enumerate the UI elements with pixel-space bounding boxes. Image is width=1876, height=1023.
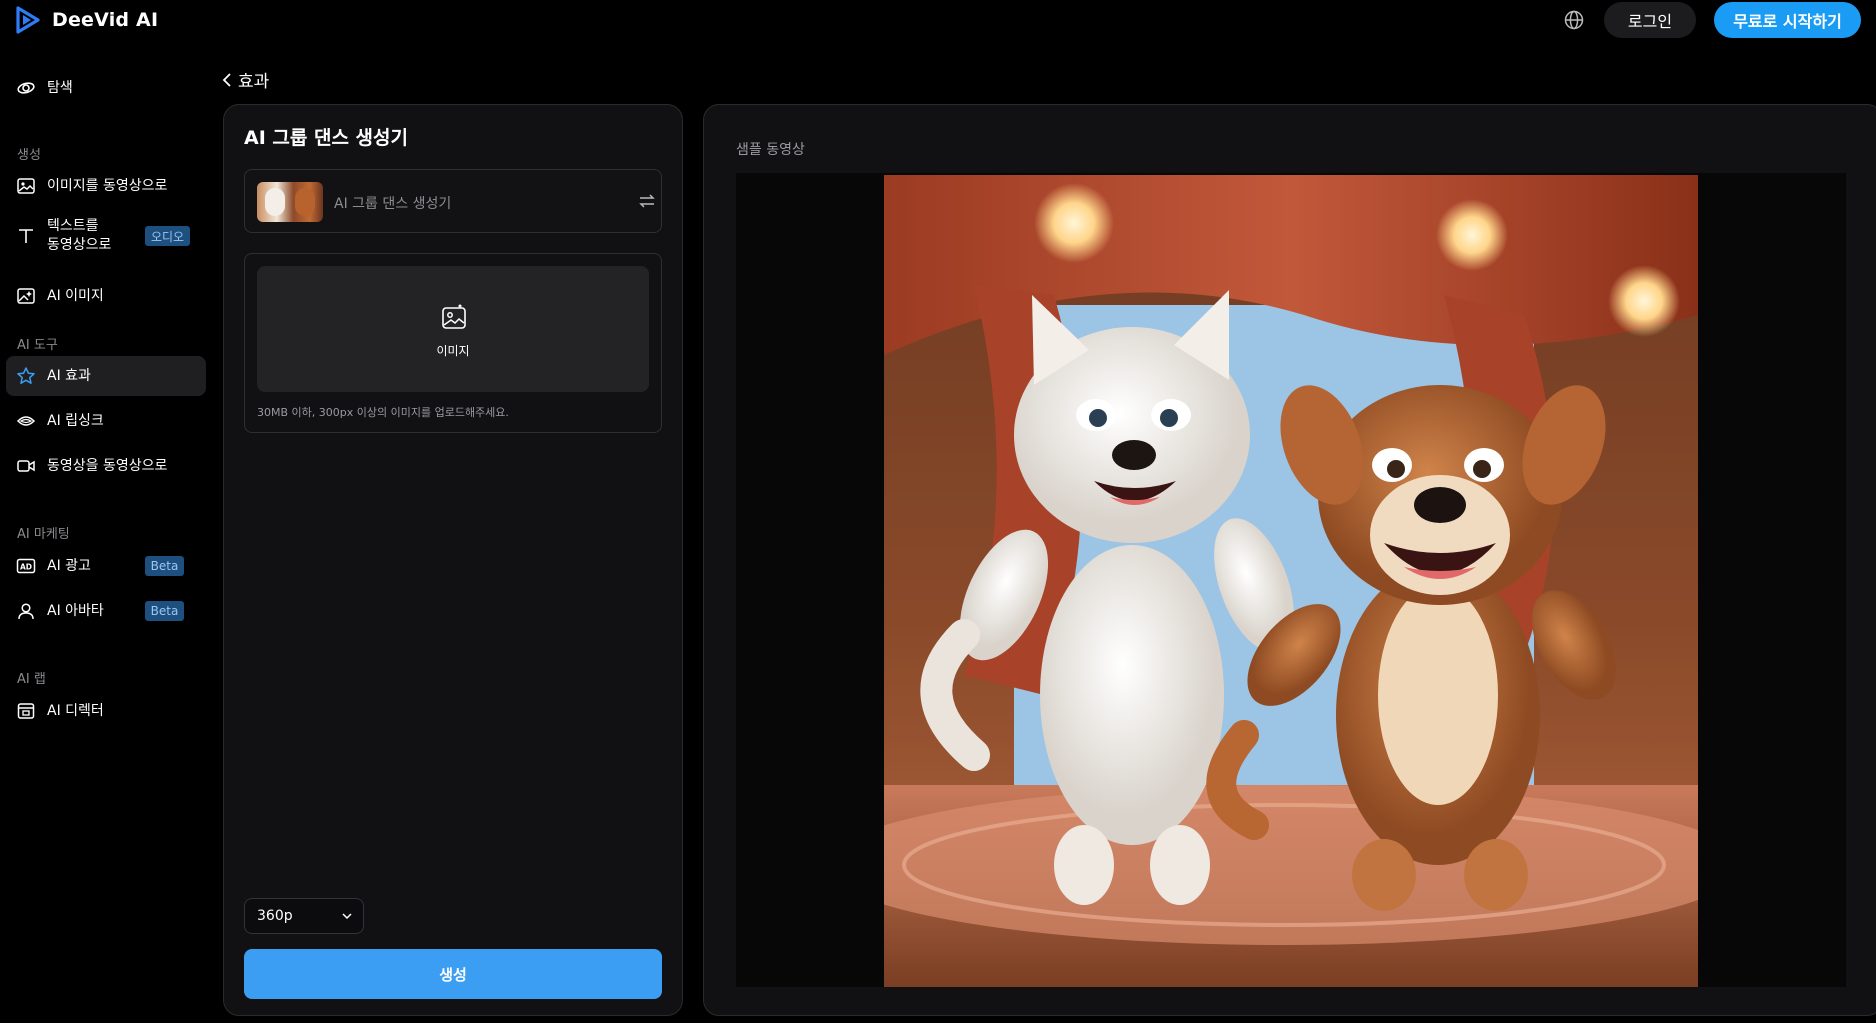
sidebar-item-label: AI 아바타	[47, 602, 104, 619]
sidebar-item-ai-image[interactable]: AI 이미지	[6, 276, 206, 316]
beta-badge: Beta	[145, 556, 184, 576]
generate-button[interactable]: 생성	[244, 949, 662, 999]
sample-video-frame	[884, 175, 1698, 987]
sidebar-item-label: 텍스트를 동영상으로	[47, 218, 112, 253]
resolution-select[interactable]: 360p	[244, 898, 364, 934]
video-icon	[17, 460, 35, 472]
start-free-button[interactable]: 무료로 시작하기	[1714, 2, 1861, 38]
sidebar-item-lipsync[interactable]: AI 립싱크	[6, 401, 206, 441]
sidebar-item-label: AI 광고	[47, 557, 91, 574]
login-button[interactable]: 로그인	[1604, 2, 1696, 38]
sidebar-item-label: AI 효과	[47, 367, 91, 384]
sidebar-item-ai-director[interactable]: AI 디렉터	[6, 691, 206, 731]
effect-name: AI 그룹 댄스 생성기	[334, 196, 452, 212]
sidebar-item-text-to-video[interactable]: 텍스트를 동영상으로 오디오	[6, 212, 206, 260]
sidebar-item-ai-effects[interactable]: AI 효과	[6, 356, 206, 396]
resolution-value: 360p	[257, 908, 293, 924]
logo-icon	[16, 6, 40, 34]
swap-icon[interactable]	[638, 192, 656, 210]
explore-icon	[17, 82, 35, 94]
section-title-ai-lab: AI 랩	[17, 672, 46, 687]
audio-badge: 오디오	[145, 226, 190, 246]
upload-hint: 30MB 이하, 300px 이상의 이미지를 업로드해주세요.	[257, 406, 509, 419]
image-upload-area: 이미지 30MB 이하, 300px 이상의 이미지를 업로드해주세요.	[244, 253, 662, 433]
breadcrumb[interactable]: 효과	[222, 67, 269, 92]
sidebar-item-explore[interactable]: 탐색	[6, 68, 206, 108]
section-title-create: 생성	[17, 148, 41, 163]
sample-video-panel: 샘플 동영상	[703, 104, 1876, 1016]
lipsync-icon	[16, 416, 36, 426]
effect-thumbnail	[257, 182, 323, 222]
sidebar-item-label: 동영상을 동영상으로	[47, 457, 168, 474]
sidebar-item-label: AI 립싱크	[47, 412, 104, 429]
chevron-left-icon	[222, 72, 231, 87]
sidebar-item-label: AI 디렉터	[47, 702, 104, 719]
sidebar-item-label: 이미지를 동영상으로	[47, 177, 168, 194]
globe-icon[interactable]	[1563, 9, 1585, 31]
sidebar-item-label: 탐색	[47, 79, 73, 96]
sidebar-item-ai-ads[interactable]: AD AI 광고 Beta	[6, 546, 206, 586]
image-upload-icon	[442, 304, 466, 329]
sidebar-item-video-to-video[interactable]: 동영상을 동영상으로	[6, 446, 206, 486]
avatar-icon	[18, 603, 34, 620]
panel-title: AI 그룹 댄스 생성기	[244, 127, 408, 149]
sidebar-item-image-to-video[interactable]: 이미지를 동영상으로	[6, 166, 206, 206]
image-icon	[17, 178, 35, 194]
star-icon	[17, 367, 35, 384]
ad-icon: AD	[16, 558, 36, 574]
upload-label: 이미지	[436, 344, 470, 358]
top-bar: DeeVid AI 로그인 무료로 시작하기	[0, 0, 1876, 40]
video-player[interactable]	[736, 173, 1846, 987]
effect-panel: AI 그룹 댄스 생성기 AI 그룹 댄스 생성기 이미지 30MB 이하, 3…	[223, 104, 683, 1016]
effect-selector[interactable]: AI 그룹 댄스 생성기	[244, 169, 662, 233]
preview-title: 샘플 동영상	[736, 142, 805, 158]
brand-name: DeeVid AI	[52, 9, 159, 31]
logo[interactable]: DeeVid AI	[14, 6, 158, 34]
director-icon	[17, 703, 35, 719]
ai-image-icon	[17, 288, 35, 304]
sidebar-item-label: AI 이미지	[47, 287, 104, 304]
section-title-ai-marketing: AI 마케팅	[17, 527, 70, 542]
svg-text:AD: AD	[20, 563, 32, 572]
chevron-down-icon	[342, 913, 352, 920]
beta-badge: Beta	[145, 601, 184, 621]
breadcrumb-label: 효과	[238, 72, 270, 92]
image-upload-button[interactable]: 이미지	[257, 266, 649, 392]
text-icon	[19, 229, 33, 243]
sidebar-item-ai-avatar[interactable]: AI 아바타 Beta	[6, 591, 206, 631]
section-title-ai-tools: AI 도구	[17, 338, 58, 353]
